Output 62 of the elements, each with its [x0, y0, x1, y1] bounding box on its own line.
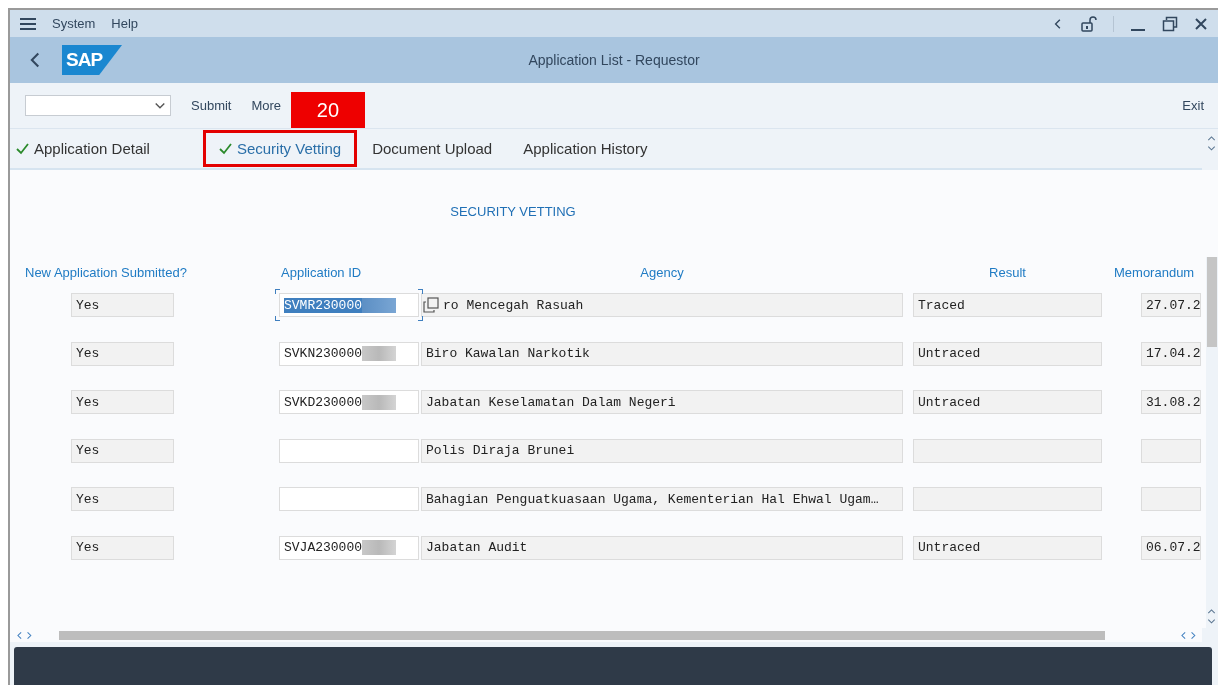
scrollbar-thumb[interactable] [1207, 257, 1217, 347]
application-id-field[interactable]: SVKN230000 [279, 341, 419, 366]
memorandum-date-field [1141, 438, 1201, 463]
application-id-field[interactable] [279, 487, 419, 512]
vertical-scrollbar[interactable] [1206, 257, 1218, 628]
tab[interactable]: Application Detail [0, 130, 166, 167]
window-title: Application List - Requestor [528, 52, 700, 68]
application-id-field[interactable]: SVMR230000 [279, 293, 419, 317]
menu-icon[interactable] [20, 17, 36, 30]
application-id-field[interactable]: SVKD230000 [279, 390, 419, 415]
submitted-field: Yes [71, 535, 174, 560]
submitted-field: Yes [71, 293, 174, 317]
check-icon [16, 142, 29, 155]
logo: SAP [62, 45, 122, 75]
submitted-field: Yes [71, 341, 174, 366]
copy-icon[interactable] [423, 297, 439, 313]
agency-field: Polis Diraja Brunei [421, 438, 903, 463]
menu-item[interactable]: System [52, 16, 96, 31]
agency-field: ro Mencegah Rasuah [421, 293, 903, 317]
close-icon[interactable] [1194, 16, 1208, 31]
result-field: Untraced [913, 390, 1102, 415]
column-header: Memorandum [1114, 264, 1195, 280]
column-header: Result [989, 264, 1026, 280]
agency-field: Jabatan Audit [421, 535, 903, 560]
scroll-down-icon[interactable] [1207, 144, 1216, 153]
agency-field: Jabatan Keselamatan Dalam Negeri [421, 390, 903, 415]
section-title: SECURITY VETTING [450, 204, 576, 219]
toolbar-button[interactable]: Submit [191, 98, 232, 113]
memorandum-date-field [1141, 487, 1201, 512]
agency-field: Bahagian Penguatkuasaan Ugama, Kementerian Hal Ehwal Ugam… [421, 487, 903, 512]
result-field: Untraced [913, 341, 1102, 366]
dropdown-field[interactable] [25, 95, 171, 116]
scroll-down-icon[interactable] [1207, 617, 1216, 626]
memorandum-date-field: 31.08.2 [1141, 390, 1201, 415]
column-header: New Application Submitted? [25, 264, 187, 280]
memorandum-date-field: 06.07.2 [1141, 535, 1201, 560]
column-header: Application ID [281, 264, 362, 280]
step-callout: 20 [290, 92, 365, 128]
result-field: Traced [913, 293, 1102, 317]
tab[interactable]: Security Vetting [202, 130, 358, 167]
application-id-field[interactable] [279, 438, 419, 463]
submitted-field: Yes [71, 390, 174, 415]
memorandum-date-field: 17.04.2 [1141, 341, 1201, 366]
horizontal-scrollbar[interactable] [10, 628, 1202, 642]
tab[interactable]: Application History [507, 130, 664, 167]
submitted-field: Yes [71, 438, 174, 463]
submitted-field: Yes [71, 487, 174, 512]
exit-button[interactable]: Exit [1182, 98, 1204, 113]
tab[interactable]: Document Upload [356, 130, 509, 167]
scroll-right-icon[interactable] [1189, 630, 1198, 640]
result-field: Untraced [913, 535, 1102, 560]
check-icon [218, 142, 232, 155]
application-id-field[interactable]: SVJA230000 [279, 535, 419, 560]
lock-icon[interactable] [1081, 15, 1097, 32]
restore-icon[interactable] [1162, 15, 1178, 32]
memorandum-date-field: 27.07.2 [1141, 293, 1201, 317]
toolbar-button[interactable]: More [251, 98, 282, 113]
column-header: Agency [640, 264, 684, 280]
agency-field: Biro Kawalan Narkotik [421, 341, 903, 366]
menu-item[interactable]: Help [111, 16, 139, 31]
scroll-right-icon[interactable] [25, 630, 34, 640]
scrollbar-thumb[interactable] [59, 630, 1105, 640]
